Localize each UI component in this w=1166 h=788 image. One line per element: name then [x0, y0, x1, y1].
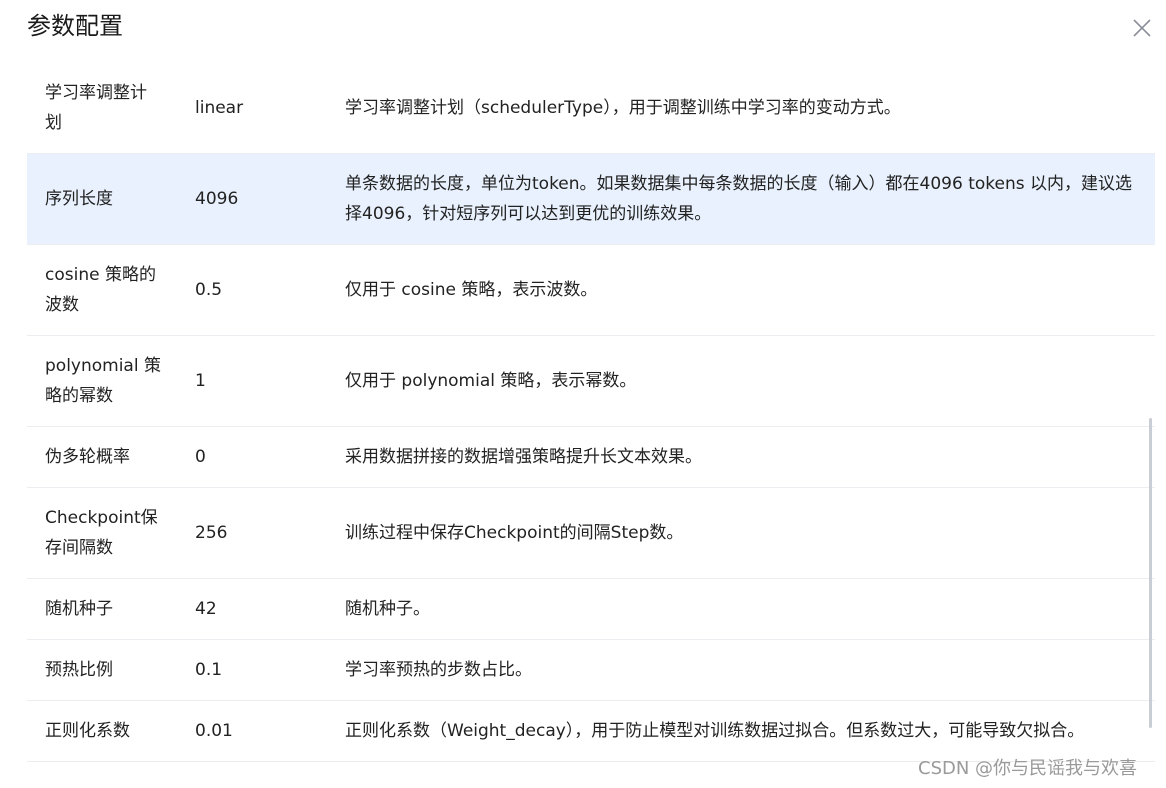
table-row: 随机种子 42 随机种子。	[27, 579, 1155, 640]
param-description: 训练过程中保存Checkpoint的间隔Step数。	[345, 523, 684, 543]
param-name: 随机种子	[45, 599, 113, 619]
param-value: 42	[195, 599, 217, 619]
param-value: 0.01	[195, 721, 233, 741]
table-row: polynomial 策略的幂数 1 仅用于 polynomial 策略，表示幂…	[27, 336, 1155, 427]
table-row: 伪多轮概率 0 采用数据拼接的数据增强策略提升长文本效果。	[27, 427, 1155, 488]
table-row: 学习率调整计划 linear 学习率调整计划（schedulerType），用于…	[27, 62, 1155, 154]
param-name: cosine 策略的波数	[45, 265, 156, 315]
watermark: CSDN @你与民谣我与欢喜	[918, 758, 1138, 779]
table-row: 正则化系数 0.01 正则化系数（Weight_decay），用于防止模型对训练…	[27, 701, 1155, 762]
param-description: 正则化系数（Weight_decay），用于防止模型对训练数据过拟合。但系数过大…	[345, 721, 1085, 741]
param-name: 序列长度	[45, 189, 113, 209]
param-value: 0.1	[195, 660, 223, 680]
vertical-scrollbar[interactable]	[1149, 418, 1152, 728]
param-description: 仅用于 polynomial 策略，表示幂数。	[345, 371, 637, 391]
param-description: 单条数据的长度，单位为token。如果数据集中每条数据的长度（输入）都在4096…	[345, 174, 1133, 224]
param-value: 1	[195, 371, 206, 391]
parameter-config-dialog: 参数配置 学习率调整计划 linear 学习率调整计划（schedulerTyp…	[0, 0, 1166, 788]
param-description: 学习率调整计划（schedulerType），用于调整训练中学习率的变动方式。	[345, 97, 901, 118]
param-name: Checkpoint保存间隔数	[45, 508, 158, 558]
parameter-table[interactable]: 学习率调整计划 linear 学习率调整计划（schedulerType），用于…	[27, 62, 1155, 764]
param-name: 伪多轮概率	[45, 447, 130, 467]
param-name: polynomial 策略的幂数	[45, 356, 161, 406]
table-row: Checkpoint保存间隔数 256 训练过程中保存Checkpoint的间隔…	[27, 488, 1155, 579]
param-name: 学习率调整计划	[45, 82, 147, 133]
table-row: 预热比例 0.1 学习率预热的步数占比。	[27, 640, 1155, 701]
param-name: 预热比例	[45, 660, 113, 680]
table-row: 序列长度 4096 单条数据的长度，单位为token。如果数据集中每条数据的长度…	[27, 154, 1155, 245]
param-description: 仅用于 cosine 策略，表示波数。	[345, 280, 598, 300]
param-value: linear	[195, 97, 244, 118]
param-value: 0.5	[195, 280, 223, 300]
param-value: 256	[195, 523, 228, 543]
param-value: 4096	[195, 189, 239, 209]
param-description: 随机种子。	[345, 599, 430, 619]
table-row: cosine 策略的波数 0.5 仅用于 cosine 策略，表示波数。	[27, 245, 1155, 336]
param-value: 0	[195, 447, 206, 467]
param-description: 采用数据拼接的数据增强策略提升长文本效果。	[345, 447, 702, 467]
dialog-title: 参数配置	[27, 12, 123, 40]
close-icon[interactable]	[1130, 16, 1154, 40]
param-name: 正则化系数	[45, 721, 130, 741]
param-description: 学习率预热的步数占比。	[345, 660, 532, 680]
